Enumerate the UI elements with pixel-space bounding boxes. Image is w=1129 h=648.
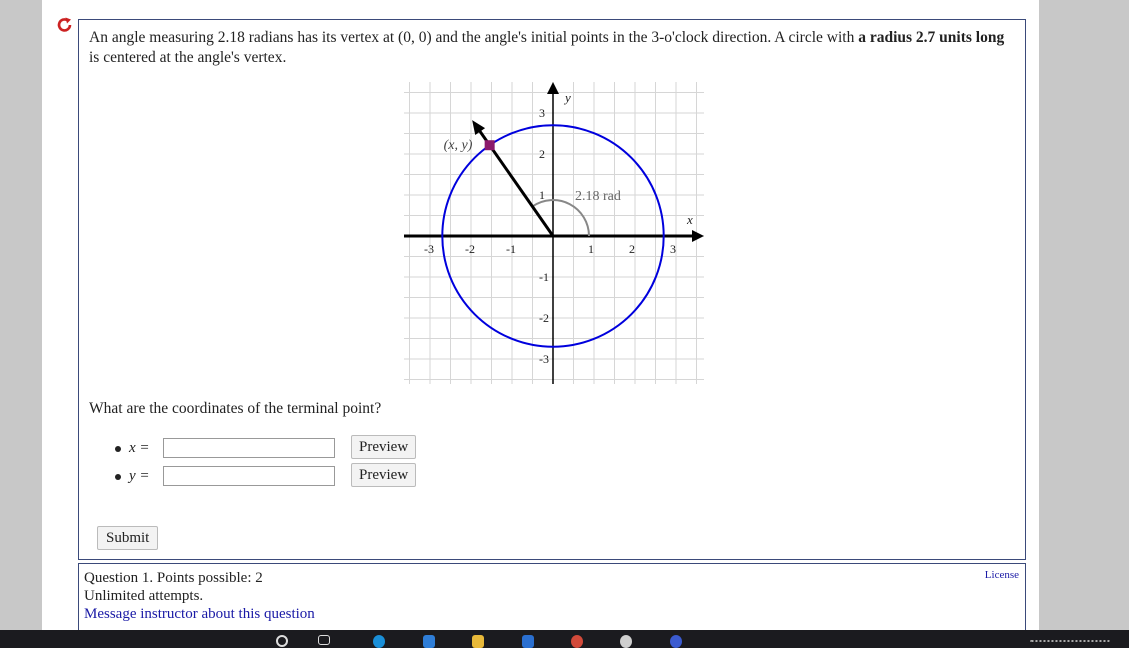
app-icon[interactable] [670,635,682,648]
bullet [115,446,121,452]
preview-x-button[interactable]: Preview [351,435,417,459]
x-input[interactable] [163,438,335,458]
y-tick-label: 3 [539,106,545,120]
x-tick-label: 2 [629,242,635,256]
y-axis-arrow [547,82,559,94]
mail-icon[interactable] [522,635,534,648]
y-input[interactable] [163,466,335,486]
y-tick-label: -1 [539,270,549,284]
taskbar [0,630,1129,648]
angle-graph: -3 -2 -1 1 2 3 3 2 1 -1 -2 -3 y x 2.18 rad (x, y) [404,82,704,384]
x-label: x = [129,440,150,456]
x-tick-label: -3 [424,242,434,256]
folder-icon[interactable] [472,635,484,648]
x-axis-label: x [686,212,693,227]
message-instructor-link[interactable]: Message instructor about this question [84,606,315,623]
chrome-icon[interactable] [571,635,583,648]
y-tick-label: 2 [539,147,545,161]
terminal-ray-arrow [472,120,486,136]
submit-button[interactable]: Submit [97,526,159,550]
attempts-text: Unlimited attempts. [84,588,204,604]
question-points: Question 1. Points possible: 2 [84,570,263,586]
x-axis-arrow [692,230,704,242]
x-tick-label: 1 [588,242,594,256]
settings-icon[interactable] [620,635,632,648]
question-prompt: An angle measuring 2.18 radians has its … [89,29,1005,66]
reload-icon[interactable] [56,16,74,34]
y-tick-label: -3 [539,352,549,366]
x-tick-label: 3 [670,242,676,256]
angle-label: 2.18 rad [575,189,621,204]
x-tick-label: -1 [506,242,516,256]
y-tick-label: 1 [539,188,545,202]
radius-emphasis: a radius 2.7 units long [858,29,1005,46]
terminal-point [484,140,495,151]
point-label: (x, y) [444,138,473,153]
question-box: An angle measuring 2.18 radians has its … [78,19,1026,560]
y-tick-label: -2 [539,311,549,325]
x-tick-label: -2 [465,242,475,256]
question-ask: What are the coordinates of the terminal… [89,400,382,417]
tray-icons[interactable] [1030,640,1110,643]
y-label: y = [129,468,150,484]
y-axis-label: y [563,90,571,105]
page: An angle measuring 2.18 radians has its … [42,0,1039,630]
question-info-box: Question 1. Points possible: 2 Unlimited… [78,563,1026,630]
bullet [115,474,121,480]
preview-y-button[interactable]: Preview [351,463,417,487]
license-link[interactable]: License [985,569,1019,581]
search-icon[interactable] [276,635,288,647]
task-view-icon[interactable] [318,635,330,645]
store-icon[interactable] [423,635,435,648]
edge-icon[interactable] [373,635,385,648]
